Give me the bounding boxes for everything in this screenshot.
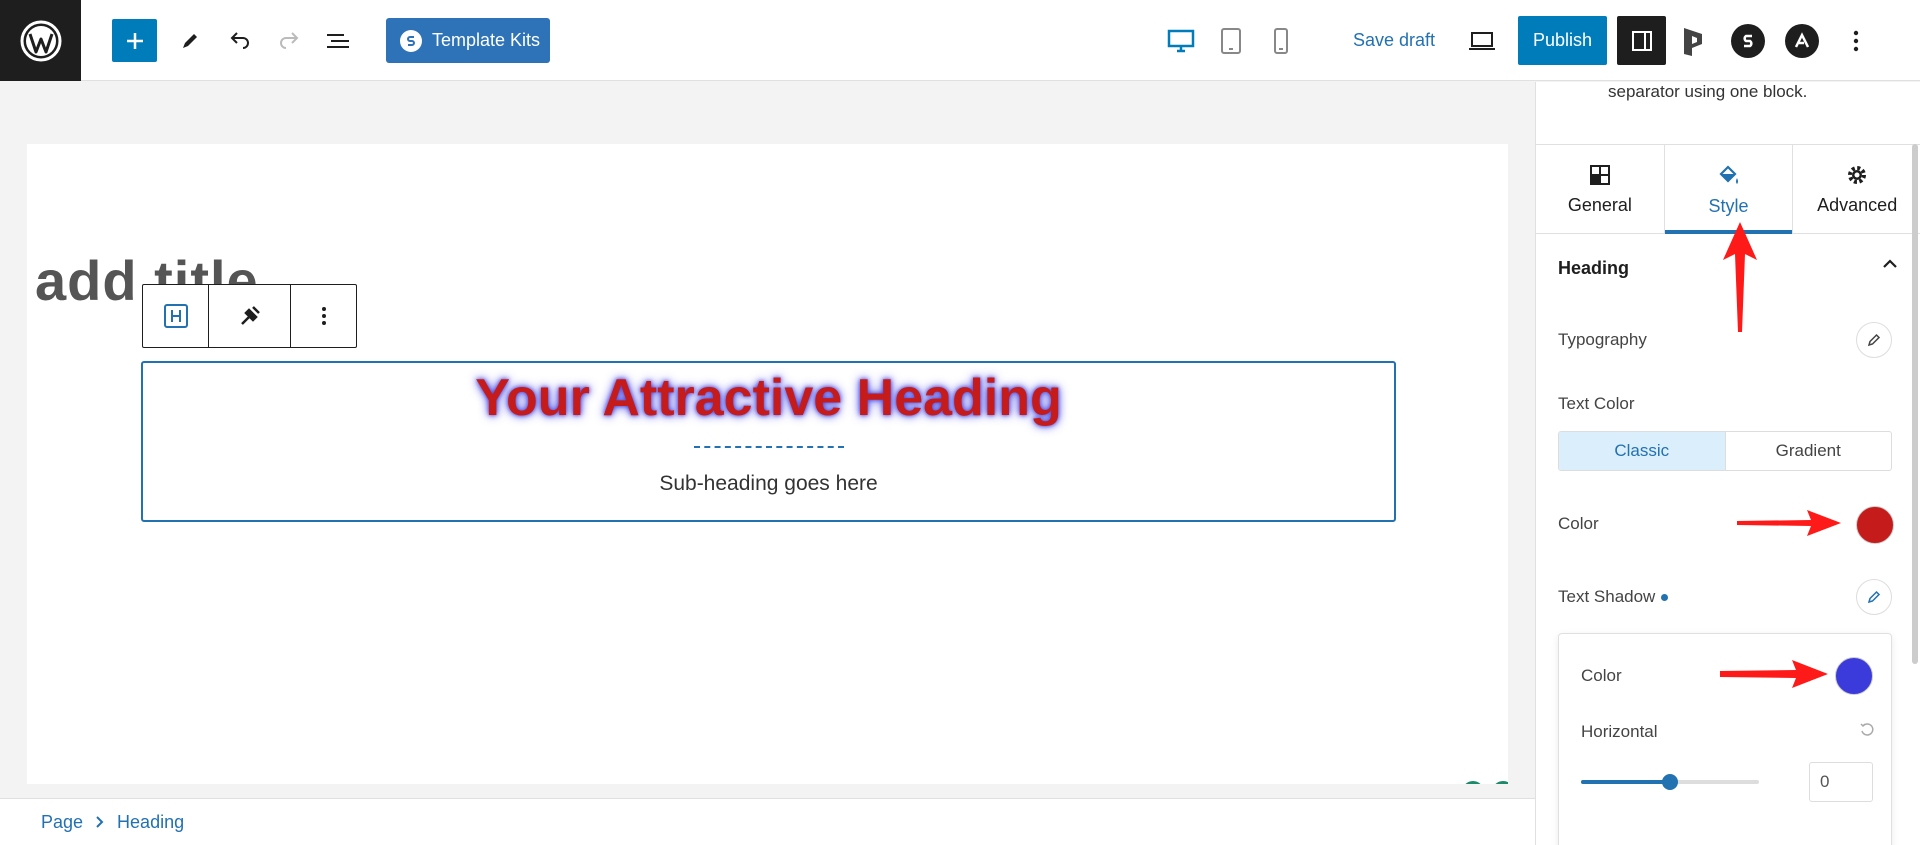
heading-block-icon: [163, 304, 188, 328]
settings-sidebar-toggle[interactable]: [1617, 16, 1666, 65]
block-style-button[interactable]: [209, 285, 291, 347]
reset-icon[interactable]: [1859, 722, 1875, 738]
horizontal-value-input[interactable]: [1809, 762, 1873, 802]
document-overview-button[interactable]: [316, 19, 360, 63]
plus-icon: [126, 32, 143, 49]
inspector-tabs: General Style Advanced: [1536, 144, 1920, 234]
text-shadow-edit-button[interactable]: [1856, 579, 1892, 615]
badge-dot-icon: [1490, 779, 1508, 784]
gradient-mode-button[interactable]: Gradient: [1726, 432, 1892, 470]
block-type-button[interactable]: [143, 285, 209, 347]
tab-general[interactable]: General: [1536, 145, 1665, 233]
text-shadow-label-text: Text Shadow: [1558, 587, 1656, 606]
wordpress-logo-button[interactable]: [0, 0, 81, 81]
tab-advanced[interactable]: Advanced: [1793, 145, 1920, 233]
advanced-heading-block[interactable]: Your Attractive Heading Sub-heading goes…: [141, 361, 1396, 522]
pencil-icon: [183, 34, 197, 48]
chevron-up-icon: [1883, 259, 1897, 268]
publish-button[interactable]: Publish: [1518, 16, 1607, 65]
astra-button[interactable]: [1785, 24, 1819, 58]
slider-thumb[interactable]: [1662, 774, 1678, 790]
editor-canvas-area: add title Your Attractive Heading Sub-he…: [0, 82, 1535, 798]
modified-indicator-icon: [1661, 594, 1669, 602]
badge-dot-icon: [1460, 779, 1486, 784]
block-options-button[interactable]: [291, 285, 356, 347]
horizontal-slider[interactable]: [1581, 774, 1759, 790]
gear-icon: [1848, 165, 1867, 184]
more-vertical-icon: [321, 307, 326, 325]
redo-button[interactable]: [267, 19, 311, 63]
save-draft-button[interactable]: Save draft: [1353, 30, 1435, 51]
chevron-right-icon: [96, 816, 104, 828]
canvas-floating-badge[interactable]: [1460, 779, 1508, 784]
tab-advanced-label: Advanced: [1817, 194, 1898, 215]
color-label: Color: [1558, 514, 1599, 533]
mobile-preview-button[interactable]: [1264, 24, 1298, 58]
spectra-icon: [1743, 34, 1753, 48]
classic-mode-button[interactable]: Classic: [1559, 432, 1726, 470]
undo-icon: [230, 32, 249, 49]
section-title: Heading: [1558, 258, 1630, 278]
block-toolbar: [142, 284, 357, 348]
breadcrumb-page[interactable]: Page: [41, 812, 83, 833]
editor-canvas: add title Your Attractive Heading Sub-he…: [27, 144, 1508, 784]
block-description: separator using one block.: [1608, 82, 1808, 101]
template-kits-button[interactable]: Template Kits: [386, 18, 550, 63]
template-kits-label: Template Kits: [432, 30, 541, 50]
block-inserter-button[interactable]: [112, 19, 157, 62]
tab-style[interactable]: Style: [1664, 145, 1794, 234]
horizontal-label: Horizontal: [1581, 722, 1658, 741]
shadow-color-swatch[interactable]: [1835, 657, 1873, 695]
desktop-icon: [1167, 29, 1195, 53]
brush-icon: [240, 306, 260, 325]
text-color-swatch[interactable]: [1856, 506, 1894, 544]
options-menu-button[interactable]: [1834, 19, 1878, 63]
heading-section-toggle[interactable]: Heading: [1558, 258, 1898, 279]
tablet-preview-button[interactable]: [1214, 24, 1248, 58]
shadow-color-label: Color: [1581, 666, 1622, 685]
plugin-p-icon: [1684, 28, 1702, 56]
tablet-icon: [1221, 28, 1241, 54]
pencil-icon: [1867, 590, 1881, 604]
tools-button[interactable]: [168, 19, 212, 63]
pencil-icon: [1867, 333, 1881, 347]
layout-icon: [1589, 164, 1610, 185]
paint-bucket-icon: [1718, 164, 1738, 184]
tab-general-label: General: [1567, 194, 1632, 215]
spectra-logo-icon: [400, 29, 422, 52]
more-vertical-icon: [1853, 30, 1859, 52]
main-heading-text[interactable]: Your Attractive Heading: [143, 368, 1394, 428]
desktop-preview-button[interactable]: [1164, 24, 1198, 58]
block-breadcrumb: Page Heading: [0, 798, 1535, 845]
redo-icon: [280, 32, 299, 49]
laptop-icon: [1469, 32, 1495, 50]
slider-fill: [1581, 780, 1670, 784]
settings-sidebar: separator using one block. General Style: [1535, 82, 1920, 845]
text-shadow-label: Text Shadow: [1558, 587, 1669, 607]
text-shadow-popover: Color Horizontal: [1558, 633, 1892, 845]
editor-top-bar: Template Kits Save draft Publish: [0, 0, 1920, 81]
wordpress-icon: [20, 20, 61, 61]
text-color-label: Text Color: [1558, 394, 1635, 413]
tab-style-label: Style: [1708, 195, 1749, 216]
undo-button[interactable]: [218, 19, 262, 63]
spectra-button[interactable]: [1731, 24, 1765, 58]
preview-button[interactable]: [1465, 24, 1499, 58]
astra-icon: [1794, 32, 1810, 48]
plugin-p-button[interactable]: [1678, 24, 1712, 58]
typography-edit-button[interactable]: [1856, 322, 1892, 358]
heading-separator: [693, 446, 844, 448]
breadcrumb-heading[interactable]: Heading: [117, 812, 184, 833]
sidebar-scrollbar[interactable]: [1912, 144, 1918, 664]
text-color-mode-toggle: Classic Gradient: [1558, 431, 1892, 471]
typography-label: Typography: [1558, 330, 1647, 349]
sub-heading-text[interactable]: Sub-heading goes here: [143, 472, 1394, 496]
list-view-icon: [327, 34, 349, 48]
sidebar-icon: [1631, 30, 1652, 51]
mobile-icon: [1274, 28, 1288, 54]
